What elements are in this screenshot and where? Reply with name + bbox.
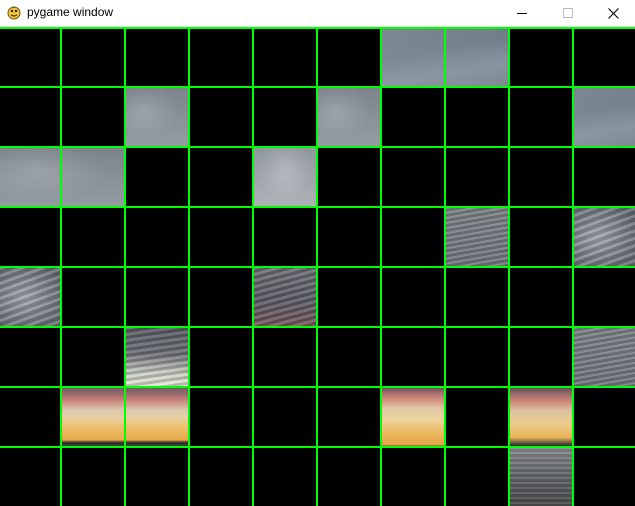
pygame-snake-icon bbox=[7, 6, 21, 20]
grid-line-horizontal bbox=[0, 386, 635, 388]
game-canvas[interactable] bbox=[0, 27, 635, 506]
maximize-button[interactable] bbox=[545, 0, 591, 26]
minimize-icon bbox=[517, 13, 527, 14]
grid-line-horizontal bbox=[0, 27, 635, 29]
grid-line-horizontal bbox=[0, 86, 635, 88]
grid-line-horizontal bbox=[0, 206, 635, 208]
window-title: pygame window bbox=[27, 5, 114, 19]
minimize-button[interactable] bbox=[499, 0, 545, 26]
title-bar[interactable]: pygame window bbox=[0, 0, 635, 27]
maximize-icon bbox=[563, 8, 573, 18]
grid-overlay bbox=[0, 27, 635, 506]
close-icon bbox=[607, 7, 619, 19]
grid-line-horizontal bbox=[0, 446, 635, 448]
grid-line-horizontal bbox=[0, 146, 635, 148]
grid-line-horizontal bbox=[0, 326, 635, 328]
pygame-window: pygame window bbox=[0, 0, 635, 506]
close-button[interactable] bbox=[591, 0, 635, 26]
grid-line-horizontal bbox=[0, 266, 635, 268]
